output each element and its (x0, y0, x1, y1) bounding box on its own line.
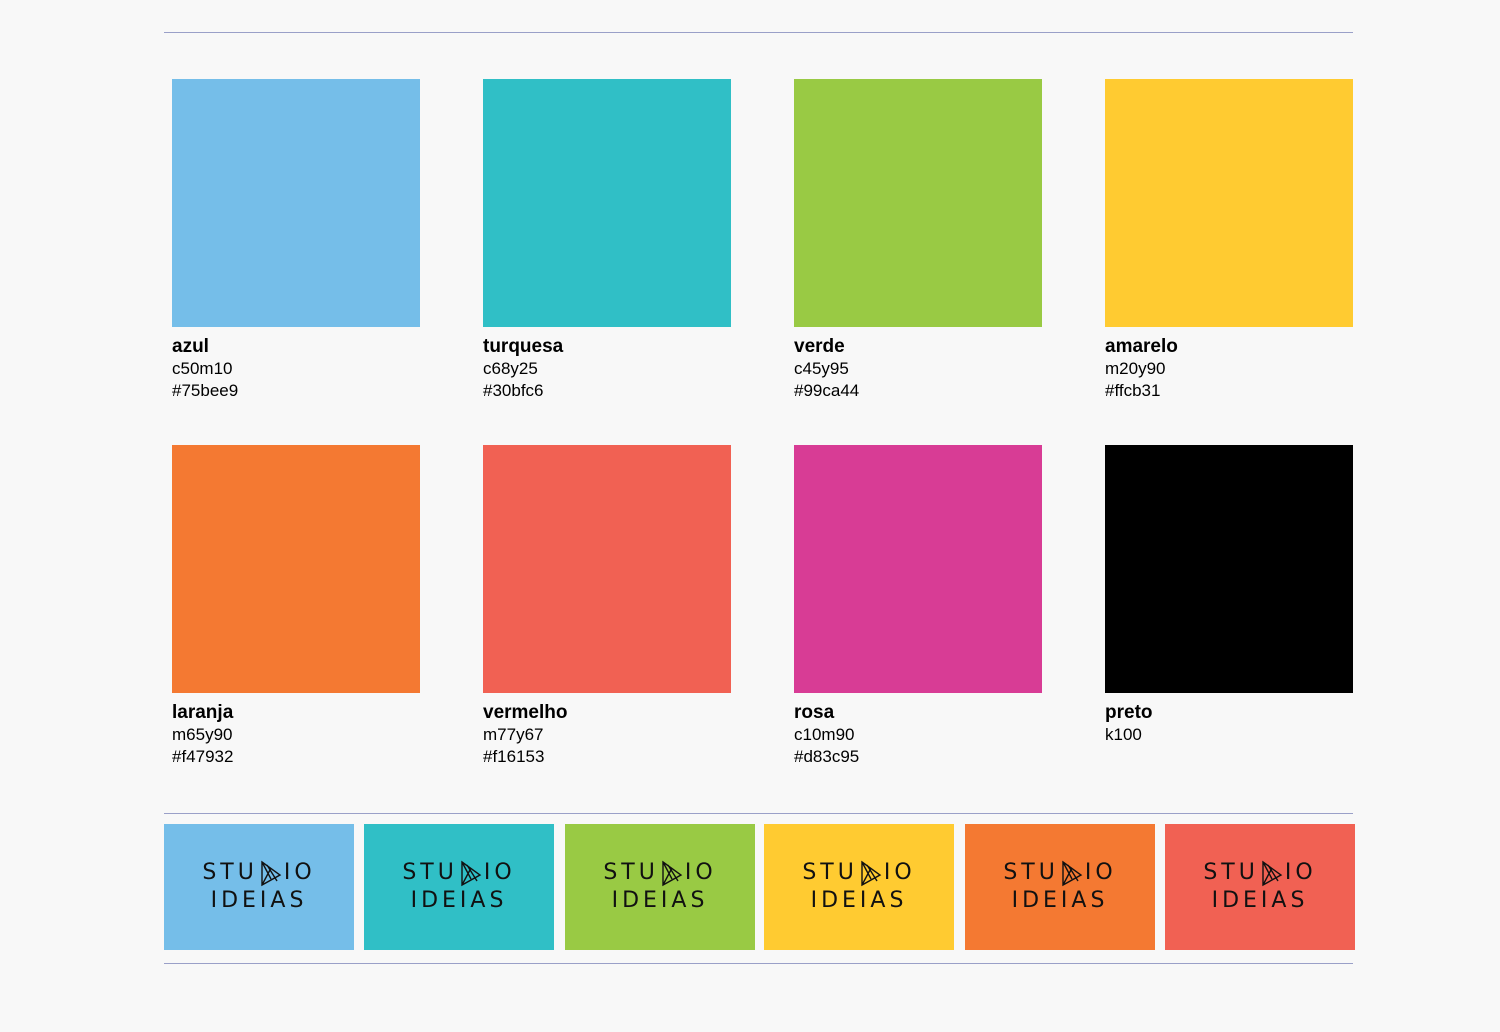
swatch-card-laranja: laranja m65y90 #f47932 (172, 445, 420, 768)
color-swatch (794, 445, 1042, 693)
swatch-hex: #d83c95 (794, 747, 860, 766)
logo-text-right: IO (283, 860, 316, 885)
bottom-divider (164, 963, 1353, 964)
swatch-cmyk: c68y25 (483, 359, 538, 378)
logo-text-left: STU (802, 860, 858, 885)
swatch-card-amarelo: amarelo m20y90 #ffcb31 (1105, 79, 1353, 402)
logo-line-1: STU IO (802, 859, 915, 887)
triangle-logo-icon (662, 860, 683, 887)
logo-text-right: IO (1284, 860, 1317, 885)
swatch-cmyk: c45y95 (794, 359, 849, 378)
swatch-name: azul (172, 336, 209, 357)
triangle-logo-icon (261, 860, 282, 887)
swatch-cmyk: c50m10 (172, 359, 233, 378)
swatch-hex: #f16153 (483, 747, 545, 766)
logo-line-1: STU IO (202, 859, 315, 887)
color-swatch (172, 79, 420, 327)
swatch-cmyk: m65y90 (172, 725, 233, 744)
swatch-name: vermelho (483, 702, 568, 723)
swatch-hex: #ffcb31 (1105, 381, 1161, 400)
logo-text-right: IO (883, 860, 916, 885)
logo-text-left: STU (402, 860, 458, 885)
swatch-card-rosa: rosa c10m90 #d83c95 (794, 445, 1042, 768)
swatch-hex: #f47932 (172, 747, 234, 766)
swatch-name: turquesa (483, 336, 564, 357)
logo-text-right: IO (1084, 860, 1117, 885)
swatch-card-preto: preto k100 (1105, 445, 1353, 746)
swatch-card-vermelho: vermelho m77y67 #f16153 (483, 445, 731, 768)
logo-line-2: IDEIAS (1011, 888, 1109, 913)
logo-line-2: IDEIAS (410, 888, 508, 913)
color-swatch (172, 445, 420, 693)
logo-line-2: IDEIAS (611, 888, 709, 913)
triangle-logo-icon (461, 860, 482, 887)
logo-text-right: IO (684, 860, 717, 885)
swatch-card-verde: verde c45y95 #99ca44 (794, 79, 1042, 402)
logo-line-1: STU IO (402, 859, 515, 887)
color-swatch (483, 79, 731, 327)
color-swatch (483, 445, 731, 693)
logo-text-left: STU (202, 860, 258, 885)
color-swatch (1105, 79, 1353, 327)
logo-line-1: STU IO (1203, 859, 1316, 887)
triangle-logo-icon (1262, 860, 1283, 887)
logo-line-2: IDEIAS (810, 888, 908, 913)
swatch-hex: #75bee9 (172, 381, 239, 400)
logo-line-2: IDEIAS (1211, 888, 1309, 913)
logo-text-left: STU (603, 860, 659, 885)
logo-tile: STU IO IDEIAS (565, 824, 755, 950)
swatch-cmyk: k100 (1105, 725, 1142, 744)
logo-text-left: STU (1003, 860, 1059, 885)
logo-strip-top-divider (164, 813, 1353, 814)
logo-line-1: STU IO (603, 859, 716, 887)
logo-text-left: STU (1203, 860, 1259, 885)
logo-tile: STU IO IDEIAS (364, 824, 554, 950)
logo-text-right: IO (483, 860, 516, 885)
swatch-card-turquesa: turquesa c68y25 #30bfc6 (483, 79, 731, 402)
swatch-card-azul: azul c50m10 #75bee9 (172, 79, 420, 402)
triangle-logo-icon (1062, 860, 1083, 887)
logo-tile: STU IO IDEIAS (164, 824, 354, 950)
color-swatch (1105, 445, 1353, 693)
swatch-hex: #99ca44 (794, 381, 860, 400)
triangle-logo-icon (861, 860, 882, 887)
logo-line-2: IDEIAS (210, 888, 308, 913)
top-divider (164, 32, 1353, 33)
swatch-name: rosa (794, 702, 835, 723)
swatch-cmyk: c10m90 (794, 725, 855, 744)
logo-line-1: STU IO (1003, 859, 1116, 887)
swatch-name: laranja (172, 702, 234, 723)
logo-tile: STU IO IDEIAS (764, 824, 954, 950)
swatch-name: verde (794, 336, 845, 357)
swatch-name: amarelo (1105, 336, 1178, 357)
swatch-cmyk: m77y67 (483, 725, 544, 744)
swatch-hex: #30bfc6 (483, 381, 544, 400)
logo-tile: STU IO IDEIAS (1165, 824, 1355, 950)
logo-tile: STU IO IDEIAS (965, 824, 1155, 950)
swatch-name: preto (1105, 702, 1153, 723)
color-swatch (794, 79, 1042, 327)
swatch-cmyk: m20y90 (1105, 359, 1166, 378)
